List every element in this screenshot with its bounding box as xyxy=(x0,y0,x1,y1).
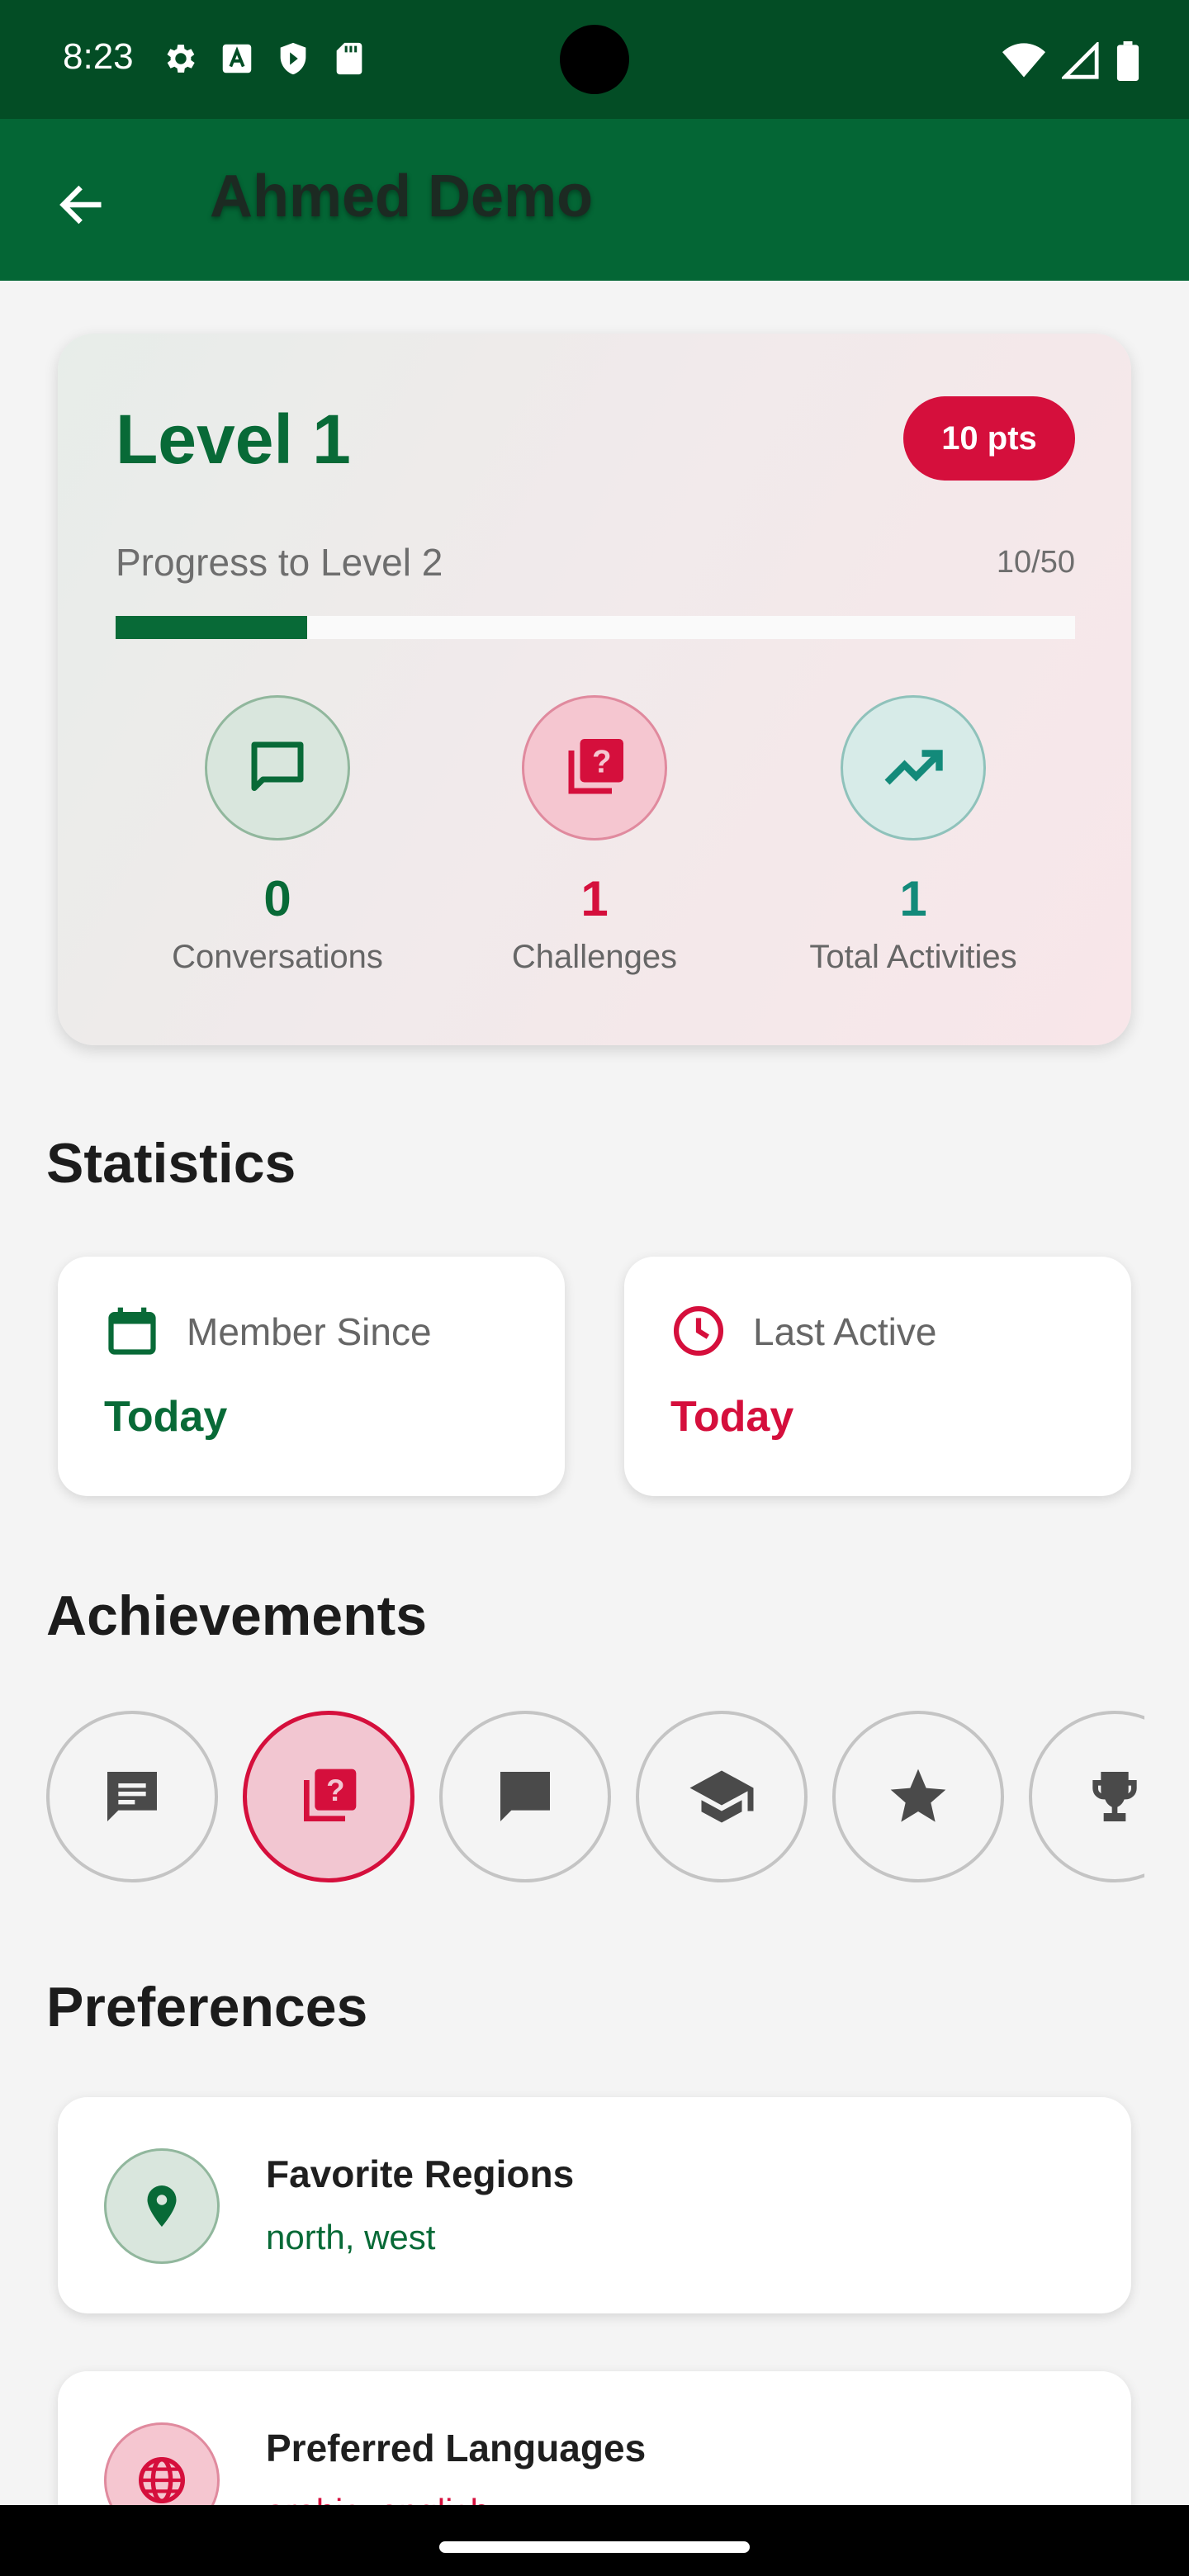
preferences-title: Preferences xyxy=(46,1976,368,2039)
graduation-cap-icon xyxy=(689,1770,754,1823)
level-title: Level 1 xyxy=(116,400,351,478)
quiz-icon: ? xyxy=(568,739,623,794)
status-icons-right xyxy=(1002,41,1139,81)
stat-value: 1 xyxy=(580,871,609,926)
last-active-card: Last Active Today xyxy=(624,1257,1131,1496)
level-progress-fill xyxy=(116,616,308,639)
stat-icon-circle: ? xyxy=(522,695,667,841)
status-bar: 8:23 xyxy=(0,0,1189,119)
location-pin-icon xyxy=(147,2185,177,2227)
progress-label: Progress to Level 2 xyxy=(116,541,443,584)
achievement-badge[interactable] xyxy=(439,1711,611,1882)
calendar-icon xyxy=(104,1303,160,1359)
wifi-icon xyxy=(1002,43,1045,78)
achievement-badge[interactable] xyxy=(636,1711,808,1882)
pref-title: Preferred Languages xyxy=(266,2427,647,2469)
stat-icon-circle xyxy=(841,695,986,841)
pref-title: Favorite Regions xyxy=(266,2152,575,2195)
front-camera xyxy=(560,25,629,94)
member-since-label: Member Since xyxy=(187,1310,432,1353)
points-badge: 10 pts xyxy=(903,396,1075,481)
pref-value: north, west xyxy=(266,2218,436,2256)
back-button[interactable] xyxy=(46,170,116,239)
last-active-value: Today xyxy=(670,1393,794,1441)
statistics-title: Statistics xyxy=(46,1132,296,1195)
stat-value: 0 xyxy=(263,871,291,926)
achievements-title: Achievements xyxy=(46,1584,428,1647)
stat-label: Challenges xyxy=(511,939,678,975)
stat-label: Total Activities xyxy=(809,939,1017,975)
progress-count: 10/50 xyxy=(996,545,1075,580)
stat-conversations: 0 Conversations xyxy=(137,695,418,976)
star-icon xyxy=(890,1769,946,1822)
achievement-badge[interactable] xyxy=(46,1711,218,1882)
svg-text:?: ? xyxy=(592,744,612,779)
sd-card-icon xyxy=(336,42,362,75)
battery-icon xyxy=(1116,41,1139,81)
level-progress-bar xyxy=(116,616,1075,639)
text-a-icon xyxy=(222,44,252,73)
member-since-card: Member Since Today xyxy=(58,1257,565,1496)
stat-label: Conversations xyxy=(172,939,383,975)
message-icon xyxy=(107,1772,157,1821)
chat-bubble-filled-icon xyxy=(500,1772,550,1821)
stat-icon-circle xyxy=(205,695,350,841)
achievement-badge[interactable]: ? xyxy=(243,1711,414,1882)
stat-challenges: ? 1 Challenges xyxy=(454,695,735,976)
achievement-badge[interactable] xyxy=(832,1711,1004,1882)
member-since-value: Today xyxy=(104,1393,228,1441)
trophy-icon xyxy=(1092,1772,1137,1821)
pref-icon-circle xyxy=(104,2148,220,2264)
stat-value: 1 xyxy=(899,871,927,926)
clock-icon xyxy=(670,1303,727,1359)
page-title: Ahmed Demo xyxy=(210,163,594,230)
arrow-left-icon xyxy=(59,185,102,225)
level-card: Level 1 10 pts Progress to Level 2 10/50… xyxy=(58,334,1131,1045)
settings-icon xyxy=(167,45,195,73)
status-time: 8:23 xyxy=(63,36,134,77)
svg-text:?: ? xyxy=(326,1773,344,1807)
trending-up-icon xyxy=(884,750,943,785)
achievements-row[interactable]: ? xyxy=(46,1709,1144,1884)
home-gesture-handle[interactable] xyxy=(439,2541,750,2553)
globe-icon xyxy=(139,2457,185,2503)
status-icons-left xyxy=(162,40,368,78)
stat-total-activities: 1 Total Activities xyxy=(773,695,1054,976)
signal-icon xyxy=(1062,42,1099,79)
chat-bubble-icon xyxy=(251,741,304,791)
quiz-icon: ? xyxy=(304,1769,357,1821)
achievement-badge[interactable] xyxy=(1029,1711,1144,1882)
shield-icon xyxy=(280,42,306,75)
navigation-bar xyxy=(0,2505,1189,2576)
last-active-label: Last Active xyxy=(753,1310,937,1353)
favorite-regions-card[interactable]: Favorite Regions north, west xyxy=(58,2097,1131,2313)
app-bar: Ahmed Demo xyxy=(0,119,1189,281)
